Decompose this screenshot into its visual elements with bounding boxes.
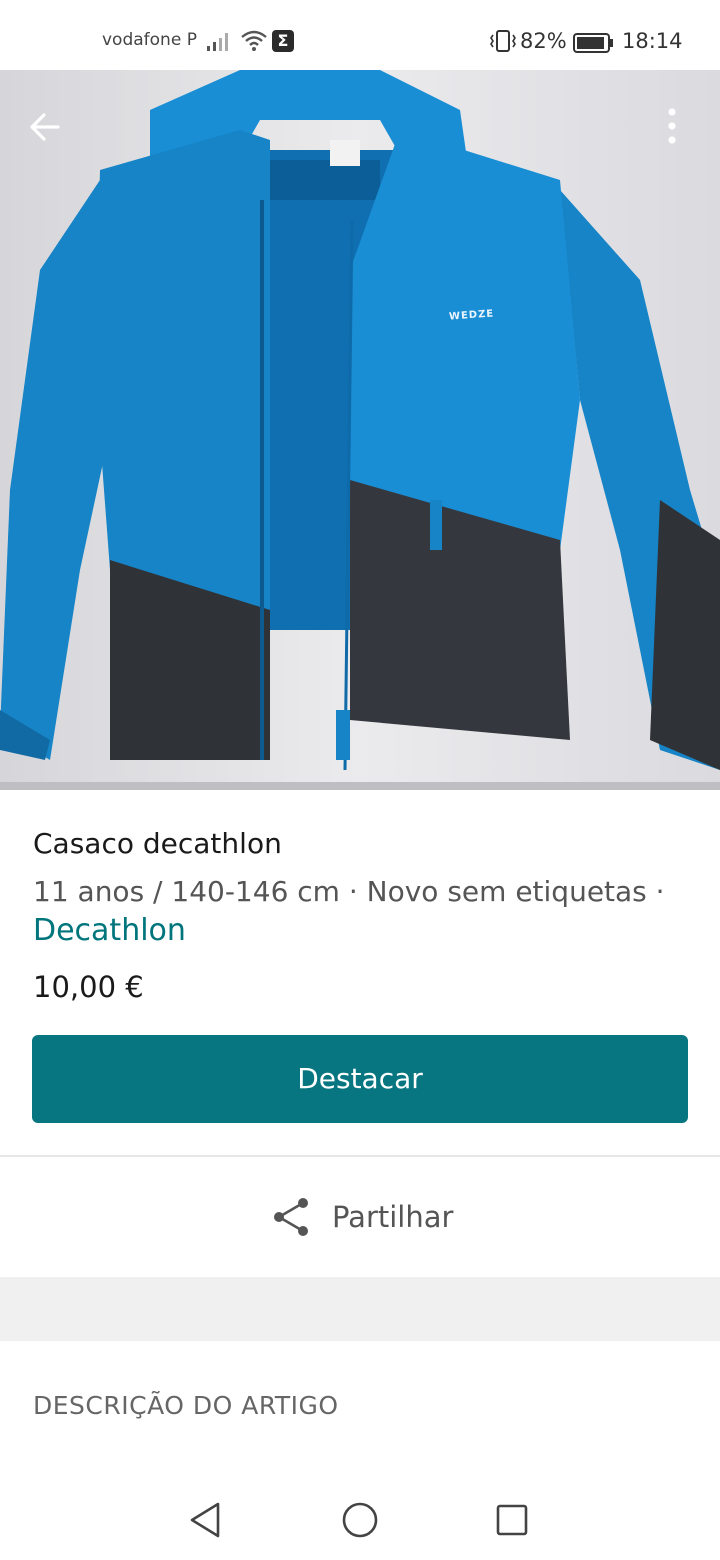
divider (0, 1155, 720, 1157)
recents-square-icon (496, 1504, 528, 1536)
status-bar: vodafone P Σ 82% 18:14 (0, 0, 720, 70)
sigma-icon: Σ (272, 30, 294, 52)
back-arrow-icon (30, 113, 60, 141)
back-triangle-icon (190, 1502, 220, 1538)
item-title: Casaco decathlon (33, 827, 282, 860)
clock: 18:14 (622, 29, 683, 53)
home-circle-icon (342, 1502, 378, 1538)
wifi-icon (240, 28, 268, 56)
item-details: 11 anos / 140-146 cm · Novo sem etiqueta… (33, 875, 665, 908)
signal-icon (206, 30, 234, 56)
section-separator (0, 1277, 720, 1341)
more-options-button[interactable] (650, 100, 694, 154)
item-price: 10,00 € (33, 970, 144, 1004)
product-photo[interactable]: WEDZE (0, 70, 720, 790)
share-icon (274, 1198, 308, 1236)
nav-back-button[interactable] (184, 1498, 228, 1546)
more-vert-icon (668, 108, 676, 144)
carrier-name: vodafone P (102, 30, 197, 50)
nav-home-button[interactable] (338, 1498, 382, 1546)
battery-percent: 82% (520, 29, 567, 53)
battery-icon (573, 32, 615, 58)
jacket-illustration (0, 70, 720, 790)
promote-button[interactable]: Destacar (32, 1035, 688, 1123)
back-button[interactable] (18, 100, 72, 154)
share-button[interactable]: Partilhar (270, 1192, 453, 1242)
description-heading: DESCRIÇÃO DO ARTIGO (33, 1391, 339, 1420)
vibrate-icon (488, 29, 518, 57)
brand-link[interactable]: Decathlon (33, 913, 186, 948)
system-nav-bar (0, 1480, 720, 1560)
share-label: Partilhar (332, 1200, 454, 1234)
nav-recents-button[interactable] (490, 1498, 534, 1546)
